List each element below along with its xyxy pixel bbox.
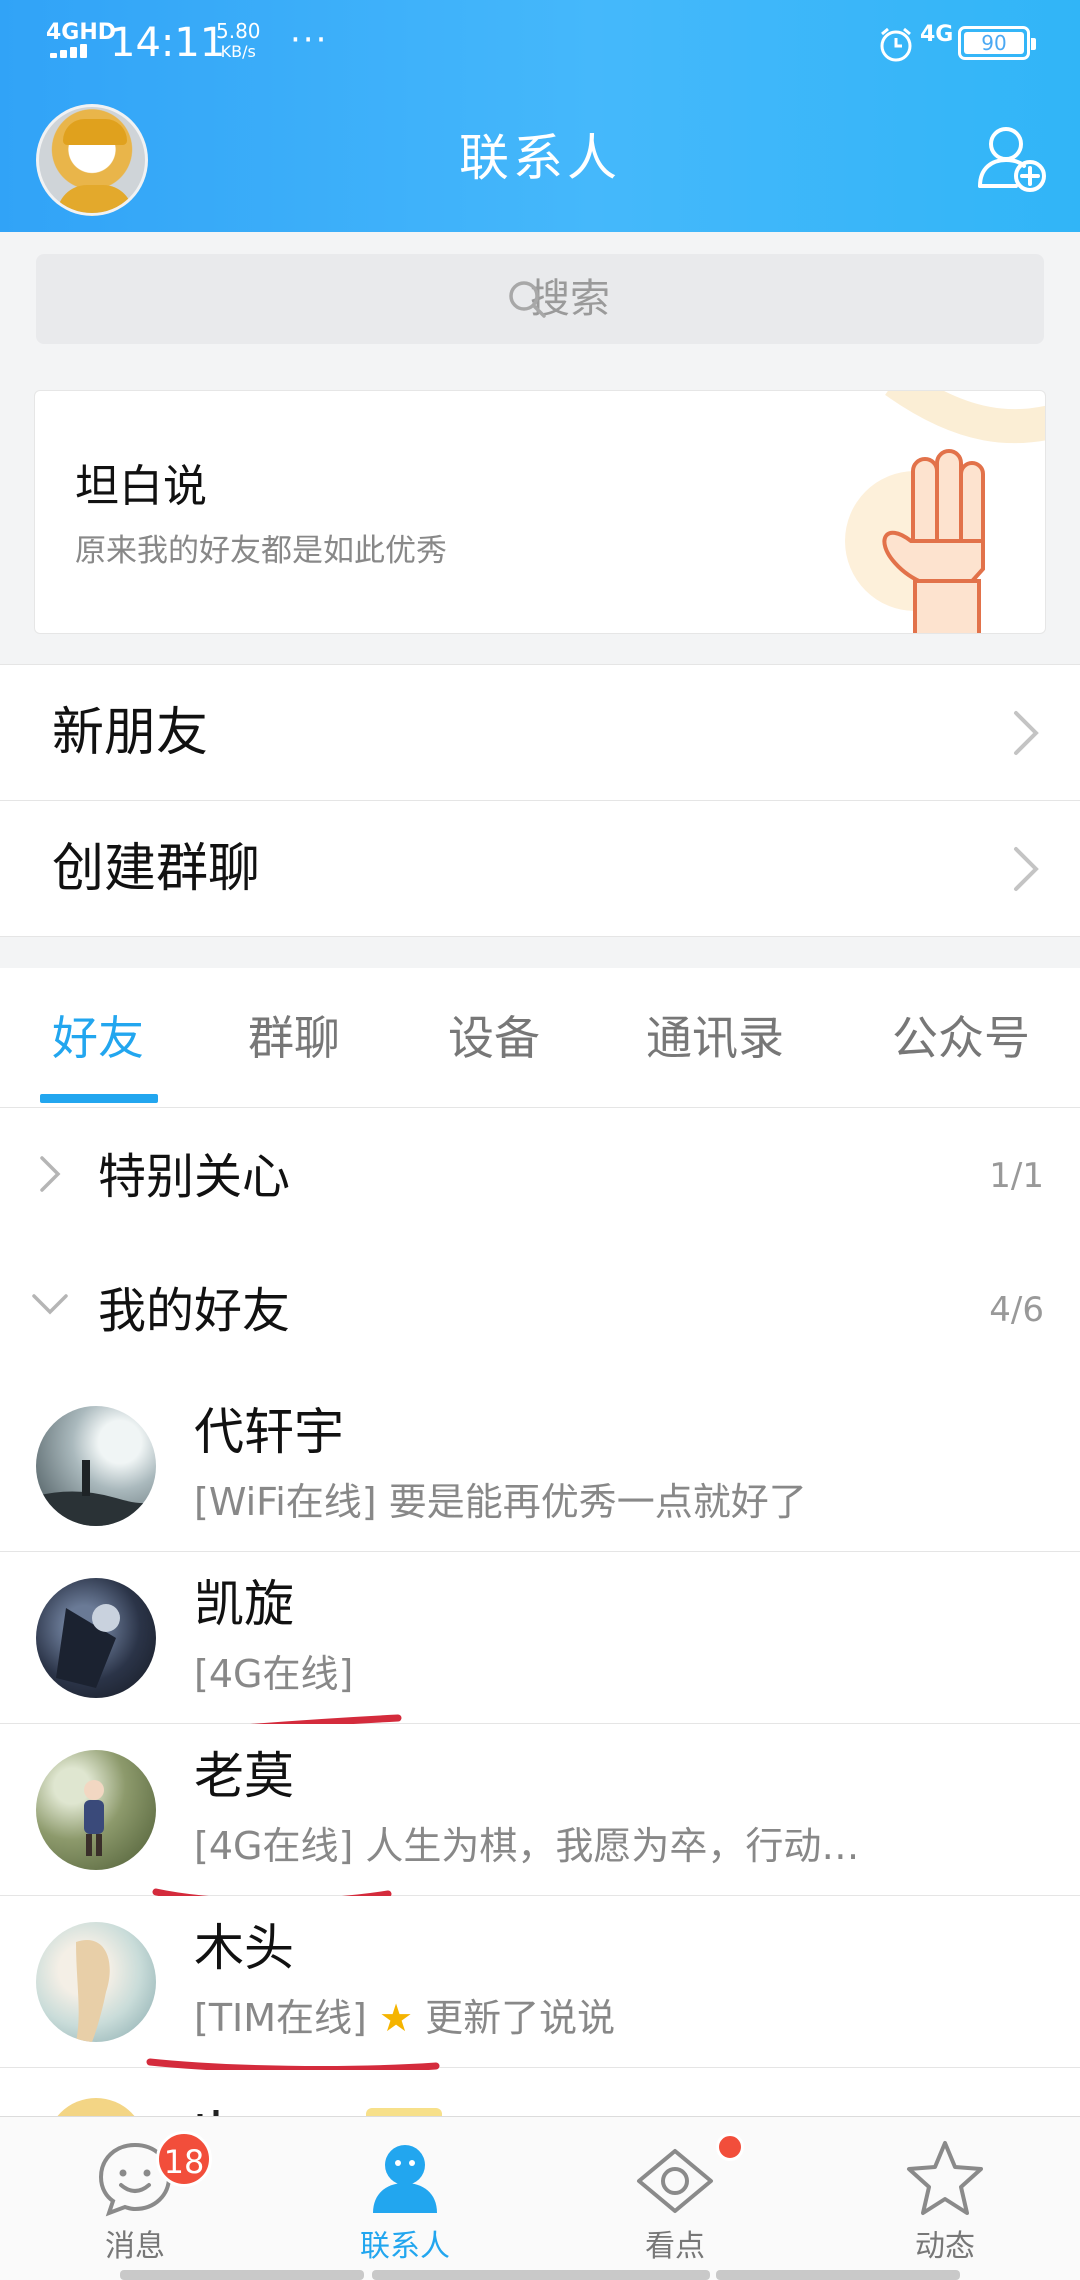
contact-status-line: [WiFi在线] 要是能再优秀一点就好了 [194, 1478, 1054, 1526]
new-friends-row[interactable]: 新朋友 [0, 664, 1080, 800]
mobile-data-icon: 4G [920, 22, 954, 47]
contact-name: 老莫 [194, 1747, 294, 1805]
chevron-right-icon [1014, 711, 1039, 755]
contact-status-line: [4G在线] [194, 1650, 1054, 1698]
speed-value: 5.80 [216, 19, 261, 43]
eye-icon [637, 2149, 713, 2213]
avatar[interactable] [36, 1750, 156, 1870]
group-name: 特别关心 [98, 1149, 291, 1205]
star-icon: ★ [378, 1996, 414, 2040]
contact-row[interactable]: 凯旋 [4G在线] [0, 1552, 1080, 1724]
card-title: 坦白说 [75, 461, 207, 512]
online-status: [WiFi在线] [194, 1480, 377, 1524]
net-speed: 5.80 KB/s [216, 19, 261, 61]
avatar[interactable] [36, 1406, 156, 1526]
group-my-friends[interactable]: 我的好友 4/6 [0, 1244, 1080, 1380]
contact-name: 木头 [194, 1919, 294, 1977]
feature-card-area: 坦白说 原来我的好友都是如此优秀 [0, 362, 1080, 664]
contact-signature: 人生为棋，我愿为卒，行动… [353, 1824, 860, 1868]
add-friend-icon[interactable] [974, 120, 1050, 196]
avatar[interactable] [36, 1922, 156, 2042]
group-count: 4/6 [989, 1290, 1044, 1330]
speed-unit: KB/s [220, 42, 256, 61]
create-group-row[interactable]: 创建群聊 [0, 800, 1080, 936]
nav-messages[interactable]: 18 消息 [0, 2117, 270, 2280]
create-group-label: 创建群聊 [52, 839, 261, 899]
status-bar: 4GHD 14:11 5.80 KB/s ··· 4G 90 [0, 0, 1080, 84]
star-outline-icon [907, 2141, 983, 2215]
contacts-person-icon [373, 2145, 437, 2213]
alarm-icon [880, 27, 912, 62]
confession-card[interactable]: 坦白说 原来我的好友都是如此优秀 [34, 390, 1046, 634]
card-subtitle: 原来我的好友都是如此优秀 [75, 533, 447, 569]
online-status: [4G在线] [194, 1824, 354, 1868]
clock: 14:11 [110, 20, 226, 66]
tab-friends[interactable]: 好友 [52, 1008, 144, 1068]
search-icon [509, 281, 546, 318]
online-status: [4G在线] [194, 1652, 354, 1696]
contact-row[interactable]: 木头 [TIM在线] ★ 更新了说说 [0, 1896, 1080, 2068]
contact-name: 凯旋 [194, 1575, 294, 1633]
page-title: 联系人 [459, 129, 621, 187]
contact-row-partial[interactable] [0, 2070, 1080, 2120]
chevron-down-icon [32, 1294, 68, 1315]
hand-illustration-icon [845, 391, 1045, 633]
active-tab-indicator [40, 1094, 158, 1103]
nav-contacts[interactable]: 联系人 [270, 2117, 540, 2280]
app-header: 4GHD 14:11 5.80 KB/s ··· 4G 90 联系人 [0, 0, 1080, 232]
nav-moments[interactable]: 动态 [810, 2117, 1080, 2280]
search-area [0, 232, 1080, 362]
contact-tabs: 好友 群聊 设备 通讯录 公众号 [0, 968, 1080, 1108]
nav-label: 动态 [915, 2229, 975, 2264]
contact-row[interactable]: 老莫 [4G在线] 人生为棋，我愿为卒，行动… [0, 1724, 1080, 1896]
unread-badge: 18 [156, 2131, 212, 2187]
more-notifications-icon: ··· [290, 20, 329, 60]
group-name: 我的好友 [98, 1283, 291, 1339]
network-type: 4GHD [46, 20, 117, 45]
contact-signature: 更新了说说 [413, 1996, 616, 2040]
battery-icon: 90 [958, 26, 1036, 60]
tab-devices[interactable]: 设备 [448, 1008, 540, 1068]
group-special-care[interactable]: 特别关心 1/1 [0, 1108, 1080, 1244]
group-count: 1/1 [989, 1156, 1044, 1196]
tab-official-accounts[interactable]: 公众号 [892, 1008, 1030, 1068]
search-box[interactable] [36, 254, 1044, 344]
avatar[interactable] [36, 1578, 156, 1698]
nav-label: 消息 [105, 2229, 165, 2264]
chevron-right-icon [40, 1156, 61, 1192]
chevron-right-icon [1014, 847, 1039, 891]
online-status: [TIM在线] [194, 1996, 367, 2040]
battery-level: 90 [964, 32, 1024, 54]
nav-label: 看点 [645, 2229, 705, 2264]
contact-row[interactable]: 代轩宇 [WiFi在线] 要是能再优秀一点就好了 [0, 1380, 1080, 1552]
tab-phone-contacts[interactable]: 通讯录 [646, 1008, 784, 1068]
contact-status-line: [4G在线] 人生为棋，我愿为卒，行动… [194, 1822, 1054, 1870]
contact-name: 代轩宇 [194, 1403, 344, 1461]
bottom-navigation: 18 消息 联系人 看点 动态 [0, 2116, 1080, 2280]
new-friends-label: 新朋友 [52, 703, 209, 763]
nav-label: 联系人 [360, 2229, 450, 2264]
contact-signature: 要是能再优秀一点就好了 [376, 1480, 807, 1524]
nav-discover[interactable]: 看点 [540, 2117, 810, 2280]
signal-icon [50, 44, 94, 58]
new-content-dot [716, 2133, 744, 2161]
contact-status-line: [TIM在线] ★ 更新了说说 [194, 1994, 1054, 2042]
tab-groups[interactable]: 群聊 [248, 1008, 340, 1068]
gesture-bar [0, 2270, 1080, 2280]
section-divider [0, 936, 1080, 968]
